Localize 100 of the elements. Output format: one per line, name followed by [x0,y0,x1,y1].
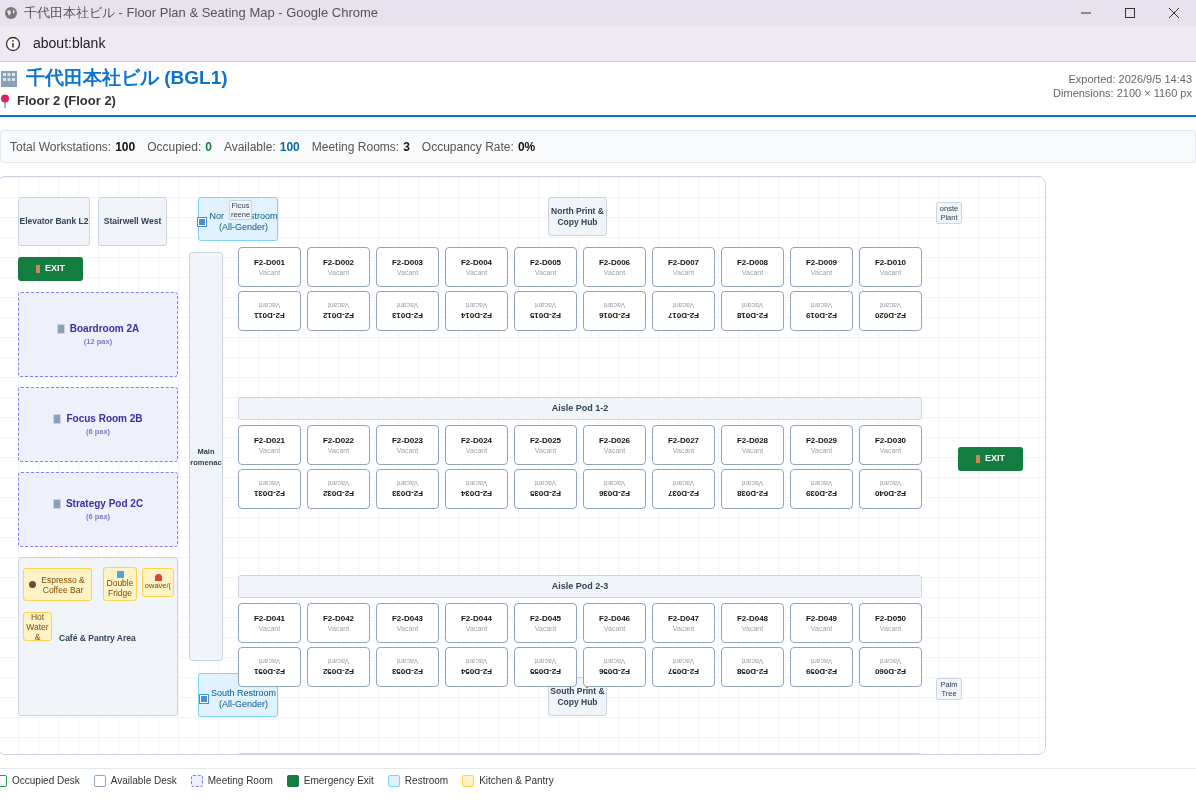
desk-id: F2-D002 [322,256,355,268]
desk-id: F2-D021 [253,434,286,446]
desk-id: F2-D055 [529,666,562,678]
legend-swatch [387,774,400,787]
desk-id: F2-D052 [322,666,355,678]
legend-swatch [93,774,106,787]
room-name: Strategy Pod 2C [65,497,144,512]
desk-id: F2-D056 [598,666,631,678]
desk-id: F2-D029 [805,434,838,446]
desk-id: F2-D001 [253,256,286,268]
desk-id: F2-D028 [736,434,769,446]
legend-label: Meeting Room [207,774,273,788]
desk-id: F2-D046 [598,612,631,624]
desk-id: F2-D032 [322,488,355,500]
legend-label: Kitchen & Pantry [479,774,554,788]
desk-id: F2-D038 [736,488,769,500]
desk-id: F2-D044 [460,612,493,624]
pantry-area-label: Café & Pantry Area [59,632,136,645]
desk-id: F2-D049 [805,612,838,624]
desk-id: F2-D012 [322,310,355,322]
desk-id: F2-D039 [805,488,838,500]
address-bar[interactable]: about:blank [33,33,106,54]
restroom-icon [198,217,207,226]
pantry-label: Double Fridge [105,577,135,598]
desk-id: F2-D033 [391,488,424,500]
desk-id: F2-D041 [253,612,286,624]
building-title: 千代田本社ビル (BGL1) [26,65,228,90]
desk-id: F2-D013 [391,310,424,322]
legend-label: Available Desk [110,774,177,788]
desk-id: F2-D047 [667,612,700,624]
desk-id: F2-D057 [667,666,700,678]
restroom-label: Nor [209,210,224,222]
pin-icon [0,94,11,108]
desk-id: F2-D059 [805,666,838,678]
exit-label: EXIT [45,262,65,276]
desk-id: F2-D022 [322,434,355,446]
desk-id: F2-D026 [598,434,631,446]
desk-id: F2-D017 [667,310,700,322]
exit-label: EXIT [985,452,1005,466]
stat-label: Total Workstations: [10,138,112,156]
legend-swatch [462,774,475,787]
desk-id: F2-D019 [805,310,838,322]
maximize-icon[interactable] [1124,7,1136,19]
restroom-label: South Restroom [211,688,276,699]
desk-id: F2-D042 [322,612,355,624]
facility-block: North Print & Copy Hub [548,197,607,236]
desk-id: F2-D004 [460,256,493,268]
desk-id: F2-D015 [529,310,562,322]
desk-id: F2-D020 [874,310,907,322]
desk-id: F2-D048 [736,612,769,624]
restroom-note: (All-Gender) [219,221,268,233]
room-name: Boardroom 2A [69,322,140,337]
desk-id: F2-D018 [736,310,769,322]
close-icon[interactable] [1168,7,1180,19]
desk-id: F2-D030 [874,434,907,446]
desk-id: F2-D025 [529,434,562,446]
aisle-label: Aisle Pod 2-3 [238,575,922,598]
desk-id: F2-D006 [598,256,631,268]
aisle-label: Aisle Pod 1-2 [238,397,922,420]
door-icon [976,455,980,463]
legend-swatch [190,774,203,787]
window-title: 千代田本社ビル - Floor Plan & Seating Map - Google Chrome [24,4,378,23]
facility-block: Elevator Bank L2 [18,197,90,246]
restroom-label: stroom [250,210,278,222]
room-name: Focus Room 2B [66,412,143,427]
desk-id: F2-D035 [529,488,562,500]
stat-value: 3 [403,138,410,156]
info-icon[interactable] [5,35,21,52]
desk-id: F2-D058 [736,666,769,678]
pantry-label: Espresso & Coffee Bar [40,574,86,595]
desk-id: F2-D003 [391,256,424,268]
export-timestamp: Exported: 2026/9/5 14:43 [1068,72,1192,86]
desk-id: F2-D050 [874,612,907,624]
stat-value: 0% [517,138,536,156]
legend-label: Occupied Desk [12,774,80,788]
legend-label: Emergency Exit [303,774,374,788]
desk-id: F2-D023 [391,434,424,446]
desk-id: F2-D014 [460,310,493,322]
desk-id: F2-D053 [391,666,424,678]
globe-icon [4,6,18,20]
restroom-note: (All-Gender) [219,699,268,710]
microwave-icon [154,574,162,581]
desk-id: F2-D060 [874,666,907,678]
dimensions-text: Dimensions: 2100 × 1160 px [1053,86,1192,100]
door-icon [36,265,40,273]
legend-swatch [286,774,299,787]
stat-label: Meeting Rooms: [311,138,400,156]
desk-id: F2-D045 [529,612,562,624]
restroom-icon [200,695,208,703]
desk-id: F2-D034 [460,488,493,500]
desk-id: F2-D027 [667,434,700,446]
desk-id: F2-D010 [874,256,907,268]
floor-subtitle: Floor 2 (Floor 2) [17,92,116,111]
desk-id: F2-D024 [460,434,493,446]
legend-label: Restroom [404,774,449,788]
desk-id: F2-D007 [667,256,700,268]
desk-id: F2-D008 [736,256,769,268]
desk-id: F2-D011 [254,310,285,322]
desk-id: F2-D051 [253,666,286,678]
fridge-icon [116,570,124,578]
